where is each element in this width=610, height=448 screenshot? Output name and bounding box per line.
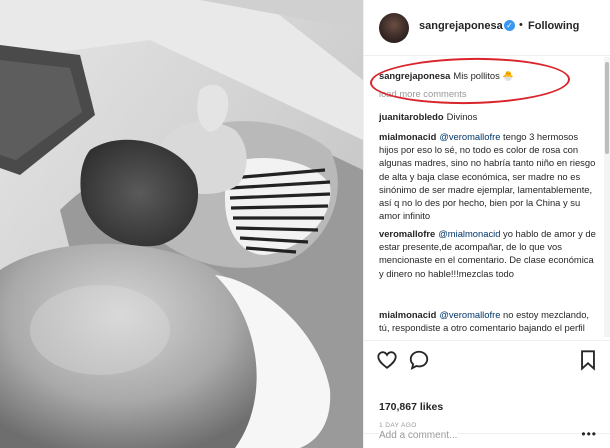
comment-icon[interactable] xyxy=(408,349,430,371)
more-options-icon[interactable]: ••• xyxy=(581,427,597,441)
comment-item: mialmonacid @veromallofre no estoy mezcla… xyxy=(379,308,597,337)
following-button[interactable]: Following xyxy=(528,20,579,32)
comment-text: Divinos xyxy=(446,111,478,122)
action-bar xyxy=(364,340,610,400)
verified-badge-icon: ✓ xyxy=(504,20,515,31)
comment-mention[interactable]: @mialmonacid xyxy=(438,228,500,239)
comment-item: mialmonacid @veromallofre tengo 3 hermoso… xyxy=(379,130,597,222)
post-photo[interactable] xyxy=(0,0,363,448)
add-comment-bar: Add a comment... ••• xyxy=(364,427,610,448)
comment-mention[interactable]: @veromallofre xyxy=(439,131,500,142)
comments-scrollbar-thumb[interactable] xyxy=(605,62,609,154)
bookmark-icon[interactable] xyxy=(577,349,599,371)
comment-input[interactable]: Add a comment... xyxy=(379,428,458,443)
comment-text: tengo 3 hermosos hijos por eso lo sé, no… xyxy=(379,131,596,222)
comment-item: juanitarobledo Divinos xyxy=(379,110,597,123)
comment-item: veromallofre @mialmonacid yo hablo de amo… xyxy=(379,227,597,280)
heart-icon[interactable] xyxy=(376,349,398,371)
like-count[interactable]: 170,867 likes xyxy=(379,401,443,413)
comment-mention[interactable]: @veromallofre xyxy=(439,309,500,320)
post-author-username[interactable]: sangrejaponesa xyxy=(419,20,503,32)
avatar[interactable] xyxy=(379,13,409,43)
post-header: sangrejaponesa ✓ • Following xyxy=(364,0,610,56)
comment-username[interactable]: mialmonacid xyxy=(379,309,436,320)
comment-username[interactable]: juanitarobledo xyxy=(379,111,444,122)
separator-dot: • xyxy=(519,19,523,31)
comment-username[interactable]: mialmonacid xyxy=(379,131,436,142)
comment-username[interactable]: veromallofre xyxy=(379,228,435,239)
